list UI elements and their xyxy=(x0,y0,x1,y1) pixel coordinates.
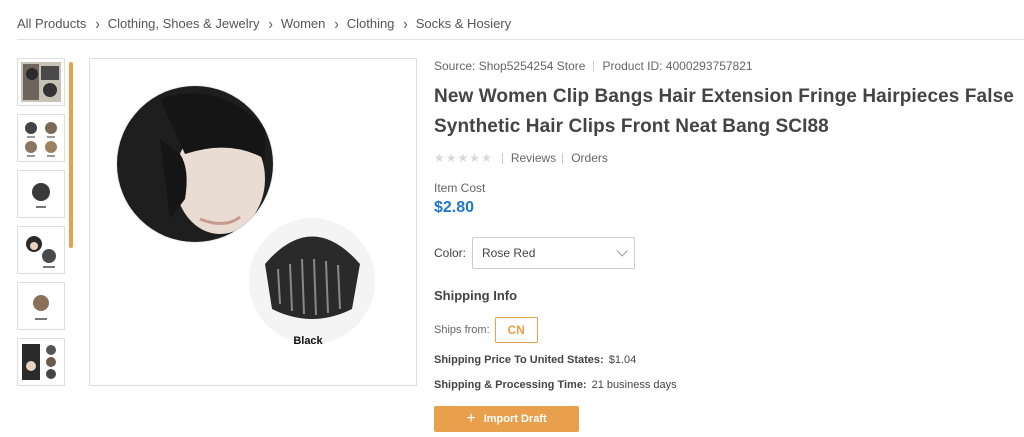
thumbnail-3[interactable] xyxy=(17,170,65,218)
image-caption: Black xyxy=(293,335,323,347)
product-id: Product ID: 4000293757821 xyxy=(602,59,753,73)
product-title: New Women Clip Bangs Hair Extension Frin… xyxy=(434,86,1014,137)
product-meta: Source: Shop5254254 Store Product ID: 40… xyxy=(434,58,1024,74)
ships-from-option[interactable]: CN xyxy=(494,317,538,343)
thumbnail-2[interactable] xyxy=(17,114,65,162)
shipping-price-row: Shipping Price To United States: $1.04 xyxy=(434,354,1024,368)
shipping-time-value: 21 business days xyxy=(591,379,677,391)
breadcrumb: All Products › Clothing, Shoes & Jewelry… xyxy=(17,14,511,32)
breadcrumb-all-products[interactable]: All Products xyxy=(17,16,86,31)
breadcrumb-clothing[interactable]: Clothing xyxy=(347,16,395,31)
rating-stars: ★ ★ ★ ★ ★ xyxy=(434,152,492,164)
rating-divider xyxy=(562,152,564,164)
breadcrumb-clothing-shoes-jewelry[interactable]: Clothing, Shoes & Jewelry xyxy=(108,16,260,31)
chevron-right-icon: › xyxy=(334,14,339,32)
chevron-down-icon xyxy=(616,245,628,257)
ships-from-row: Ships from: CN xyxy=(434,317,1024,343)
color-label: Color: xyxy=(434,246,467,260)
meta-divider xyxy=(593,60,595,72)
thumbnail-scrollbar[interactable] xyxy=(69,62,73,248)
import-draft-label: Import Draft xyxy=(483,413,547,425)
breadcrumb-socks-hosiery[interactable]: Socks & Hosiery xyxy=(416,16,511,31)
import-draft-button[interactable]: + Import Draft xyxy=(434,406,579,432)
shipping-time-label: Shipping & Processing Time: xyxy=(434,379,587,391)
star-icon: ★ xyxy=(481,151,492,165)
thumbnail-4[interactable] xyxy=(17,226,65,274)
shipping-price-value: $1.04 xyxy=(608,354,637,366)
shipping-price-label: Shipping Price To United States: xyxy=(434,354,604,366)
color-select[interactable]: Rose Red xyxy=(472,237,636,269)
star-icon: ★ xyxy=(457,151,469,165)
orders-link[interactable]: Orders xyxy=(571,151,608,165)
item-cost-label: Item Cost xyxy=(434,181,486,195)
chevron-right-icon: › xyxy=(403,14,408,32)
shipping-time-row: Shipping & Processing Time: 21 business … xyxy=(434,379,1024,393)
source-store[interactable]: Source: Shop5254254 Store xyxy=(434,59,585,73)
reviews-link[interactable]: Reviews xyxy=(511,151,556,165)
star-icon: ★ xyxy=(434,151,445,165)
color-selected-value: Rose Red xyxy=(482,246,536,260)
rating-divider xyxy=(501,152,503,164)
chevron-right-icon: › xyxy=(95,14,100,32)
thumbnail-6[interactable] xyxy=(17,338,65,386)
breadcrumb-women[interactable]: Women xyxy=(281,16,326,31)
product-info: Source: Shop5254254 Store Product ID: 40… xyxy=(434,58,1024,432)
thumbnail-5[interactable] xyxy=(17,282,65,330)
shipping-info-title: Shipping Info xyxy=(434,288,518,303)
main-product-image: Black xyxy=(89,58,417,386)
star-icon: ★ xyxy=(445,151,457,165)
thumbnail-list xyxy=(17,58,67,394)
star-icon: ★ xyxy=(469,151,481,165)
ships-from-label: Ships from: xyxy=(434,324,490,336)
item-price: $2.80 xyxy=(434,199,475,216)
chevron-right-icon: › xyxy=(268,14,273,32)
plus-icon: + xyxy=(466,410,476,427)
breadcrumb-divider xyxy=(17,39,1024,40)
rating-row: ★ ★ ★ ★ ★ Reviews Orders xyxy=(434,151,1024,165)
color-row: Color: Rose Red xyxy=(434,237,1024,269)
thumbnail-1[interactable] xyxy=(17,58,65,106)
